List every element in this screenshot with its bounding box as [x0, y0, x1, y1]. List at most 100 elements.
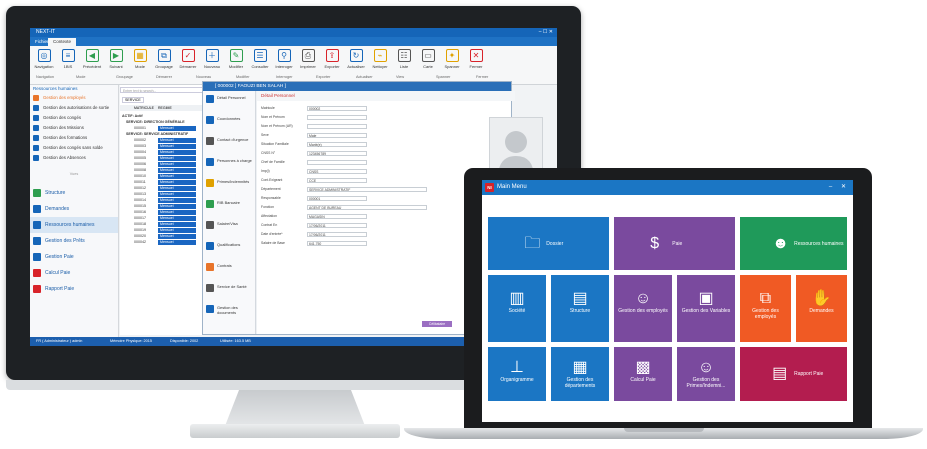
form-field-input[interactable] — [307, 124, 367, 129]
group-direction[interactable]: SERVICE: DIRECTION GÉNÉRALE — [126, 120, 185, 124]
sidebar-nav-item[interactable]: Demandes — [30, 201, 118, 217]
employee-nav-item[interactable]: Coordonnées — [206, 116, 254, 124]
ribbon-button-13[interactable]: ↻ Actualiser — [346, 49, 366, 69]
form-field-label: Cont.Exigeant — [261, 178, 283, 182]
form-field-input[interactable]: CCE — [307, 178, 367, 183]
ribbon-button-1[interactable]: ≡ 1BIS — [58, 49, 78, 69]
status-badge[interactable]: Célibataire — [422, 321, 452, 327]
ribbon-button-2[interactable]: ◀ Précédent — [82, 49, 102, 69]
sidebar-nav-item[interactable]: Structure — [30, 185, 118, 201]
sidebar-item[interactable]: Gestion des Absences — [30, 153, 118, 163]
ribbon-button-17[interactable]: ✦ Spanner — [442, 49, 462, 69]
sidebar-item[interactable]: Gestion des autorisations de sortie — [30, 103, 118, 113]
employee-nav-item[interactable]: Détail Personnel — [206, 95, 254, 103]
ribbon-button-15[interactable]: ☷ Liste — [394, 49, 414, 69]
menu-tile-11[interactable]: ▩ Calcul Paie — [614, 347, 672, 401]
form-field-input[interactable]: AGENT DE BUREAU — [307, 205, 427, 210]
employees-icon: ☺ — [634, 289, 652, 307]
employee-nav-item[interactable]: Contact d'urgence — [206, 137, 254, 145]
ribbon-button-11[interactable]: ⎙ Imprimer — [298, 49, 318, 69]
employee-nav-icon — [206, 305, 214, 313]
ribbon-button-label: Exporter — [324, 64, 340, 69]
form-field-input[interactable]: 000001 — [307, 196, 367, 201]
form-field-label: Département — [261, 187, 281, 191]
sidebar-item[interactable]: Gestion des congés — [30, 113, 118, 123]
sidebar-item-label: Gestion des autorisations de sortie — [43, 105, 110, 110]
group-actif[interactable]: ACTIF: Actif — [122, 114, 143, 118]
menu-tile-1[interactable]: $ Paie — [614, 217, 735, 270]
form-field-input[interactable] — [307, 115, 367, 120]
sidebar-nav-item[interactable]: Ressources humaines — [30, 217, 118, 233]
employee-nav-icon — [206, 137, 214, 145]
ribbon-button-5[interactable]: ⧉ Groupage — [154, 49, 174, 69]
menu-tile-9[interactable]: ⊥ Organigramme — [488, 347, 546, 401]
ribbon-button-label: Précédent — [82, 64, 102, 69]
close-icon[interactable]: ✕ — [838, 180, 849, 195]
sidebar-item[interactable]: Gestion des Missions — [30, 123, 118, 133]
form-field-input[interactable]: Marié(e) — [307, 142, 367, 147]
window-controls[interactable]: – ☐ ✕ — [539, 28, 553, 37]
form-field-input[interactable] — [307, 160, 367, 165]
menu-tile-0[interactable]: 🗀 Dossier — [488, 217, 609, 270]
form-field-input[interactable]: SERVICE ADMINISTRATIF — [307, 187, 427, 192]
menu-tile-7[interactable]: ⧉ Gestion des employés — [740, 275, 791, 342]
ribbon-button-18[interactable]: ✕ Fermer — [466, 49, 486, 69]
employee-nav-item[interactable]: Primes/Indemnités — [206, 179, 254, 187]
ribbon-button-label: Imprimer — [300, 64, 316, 69]
menu-tile-4[interactable]: ▤ Structure — [551, 275, 609, 342]
form-field: Cont.Exigeant CCE — [261, 177, 491, 184]
col-matricule[interactable]: MATRICULE — [134, 105, 154, 111]
form-field-input[interactable]: 641.750 — [307, 241, 367, 246]
form-field-input[interactable]: CNSS — [307, 169, 367, 174]
sidebar-nav-item[interactable]: Gestion des Prêts — [30, 233, 118, 249]
form-field-input[interactable]: 17/06/2011 — [307, 232, 367, 237]
grid-filter-chip[interactable]: SERVICE — [122, 97, 144, 103]
sidebar-nav-item[interactable]: Gestion Paie — [30, 249, 118, 265]
ribbon-button-12[interactable]: ⇪ Exporter — [322, 49, 342, 69]
employee-nav-item[interactable]: Qualifications — [206, 242, 254, 250]
ribbon-button-7[interactable]: ＋ Nouveau — [202, 49, 222, 69]
cell-matricule: 000002 — [134, 138, 146, 142]
menu-tile-label: Structure — [569, 307, 591, 314]
form-field-input[interactable]: MAGASIN — [307, 214, 367, 219]
sidebar-item[interactable]: Gestion des formations — [30, 133, 118, 143]
sidebar-nav-item[interactable]: Calcul Paie — [30, 265, 118, 281]
employee-nav-item[interactable]: Service de Santé — [206, 284, 254, 292]
sidebar-nav-item[interactable]: Rapport Paie — [30, 281, 118, 297]
employee-nav-item[interactable]: Salaire/Visa — [206, 221, 254, 229]
form-field-input[interactable]: 123456789 — [307, 151, 367, 156]
col-regime[interactable]: REGIME — [158, 105, 172, 111]
ribbon-button-16[interactable]: ▭ Carte — [418, 49, 438, 69]
menu-tile-8[interactable]: ✋ Demandes — [796, 275, 847, 342]
ribbon-button-8[interactable]: ✎ Modifier — [226, 49, 246, 69]
ribbon-button-4[interactable]: ▦ Mode — [130, 49, 150, 69]
employee-nav-item[interactable]: RIB Bancaire — [206, 200, 254, 208]
sidebar-item[interactable]: Gestion des congés sans solde — [30, 143, 118, 153]
menu-tile-10[interactable]: ▦ Gestion des départements — [551, 347, 609, 401]
menu-tile-6[interactable]: ▣ Gestion des Variables — [677, 275, 735, 342]
menu-tile-5[interactable]: ☺ Gestion des employés — [614, 275, 672, 342]
minimize-icon[interactable]: – — [825, 180, 836, 195]
form-field-label: Chef de Famille — [261, 160, 285, 164]
ribbon-button-6[interactable]: ✓ Démarrer — [178, 49, 198, 69]
menu-tile-2[interactable]: ☻ Ressources humaines — [740, 217, 847, 270]
menu-tile-3[interactable]: ▥ Société — [488, 275, 546, 342]
employee-nav-item[interactable]: Contrats — [206, 263, 254, 271]
employee-nav-item[interactable]: Personnes à charge — [206, 158, 254, 166]
ribbon-button-14[interactable]: ⌁ Nettoyer — [370, 49, 390, 69]
ribbon-button-0[interactable]: ◎ Navigation — [34, 49, 54, 69]
ribbon-button-10[interactable]: ⚲ Interroger — [274, 49, 294, 69]
ribbon-button-3[interactable]: ▶ Suivant — [106, 49, 126, 69]
tab-contexte[interactable]: Contexte — [48, 38, 77, 46]
sidebar-item[interactable]: Gestion des employés — [30, 93, 118, 103]
menu-tile-13[interactable]: ▤ Rapport Paie — [740, 347, 847, 401]
ribbon-button-9[interactable]: ☰ Consulter — [250, 49, 270, 69]
cell-matricule: 000015 — [134, 204, 146, 208]
form-field-input[interactable]: 000002 — [307, 106, 367, 111]
form-field-input[interactable]: 17/06/2011 — [307, 223, 367, 228]
employee-nav-item[interactable]: Gestion des documents — [206, 305, 254, 315]
form-field-input[interactable]: Male — [307, 133, 367, 138]
menu-tile-12[interactable]: ☺ Gestion des Primes/Indemni... — [677, 347, 735, 401]
sidebar-item-icon — [33, 105, 39, 111]
form-field-label: Imp(i) — [261, 169, 270, 173]
